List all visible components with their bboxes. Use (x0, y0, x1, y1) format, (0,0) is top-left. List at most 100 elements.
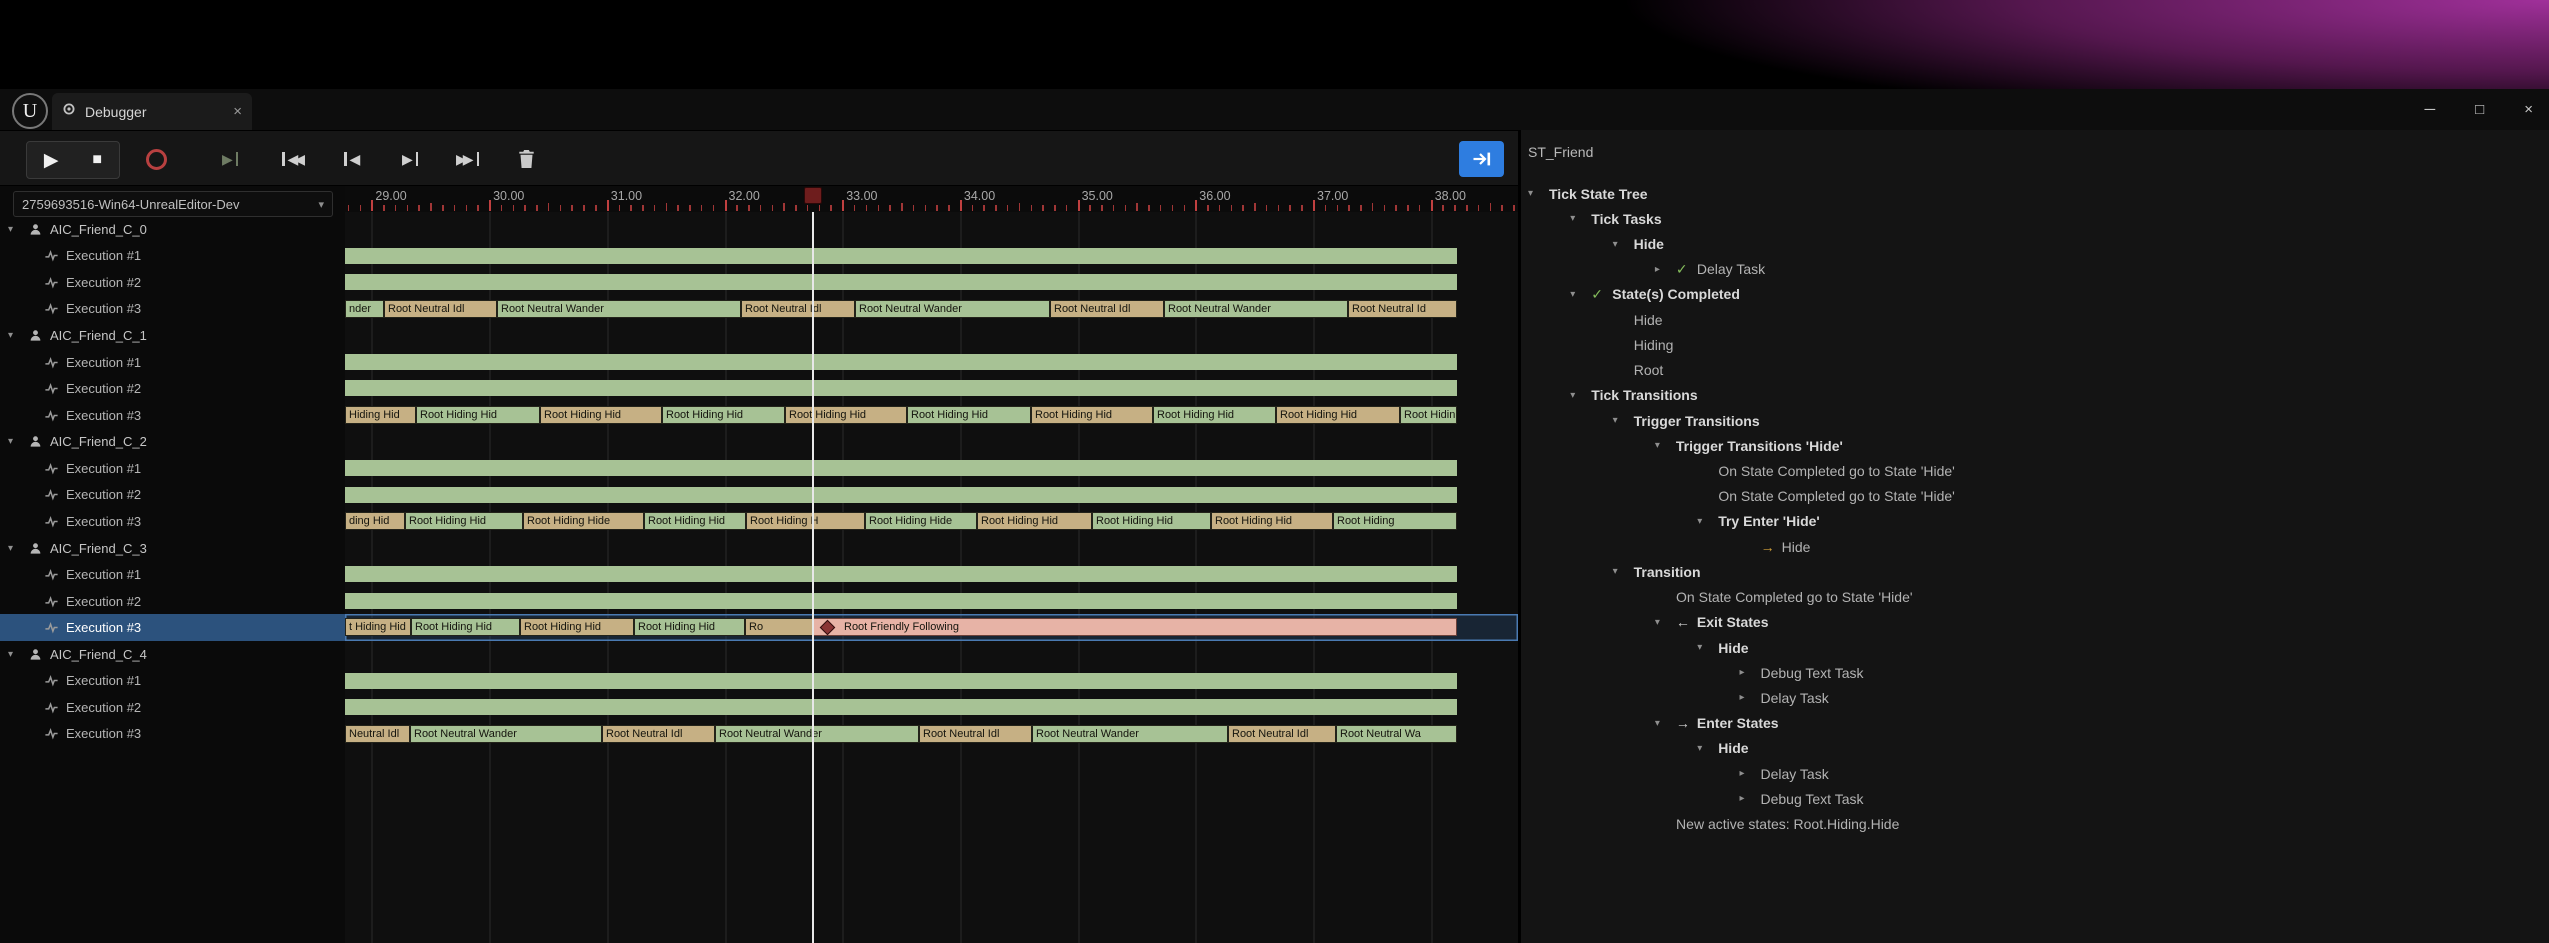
track-row[interactable]: ding HidRoot Hiding HidRoot Hiding HideR… (345, 508, 1518, 535)
maximize-button[interactable]: □ (2475, 101, 2484, 118)
sidebar-execution-row[interactable]: Execution #2 (0, 588, 345, 615)
state-tree-row[interactable]: ▾✓State(s) Completed (1521, 282, 2549, 307)
track-segment[interactable]: Hiding Hid (345, 406, 416, 424)
tab-close-icon[interactable]: × (233, 103, 242, 120)
sidebar-execution-row[interactable]: Execution #3 (0, 721, 345, 748)
expander-icon[interactable]: ▾ (1697, 743, 1718, 754)
track-bar[interactable] (345, 673, 1457, 689)
playhead-marker[interactable] (804, 187, 822, 204)
track-bar[interactable] (345, 380, 1457, 396)
sidebar-instance-row[interactable]: ▾AIC_Friend_C_2 (0, 429, 345, 456)
track-bar[interactable] (345, 460, 1457, 476)
track-row[interactable]: t Hiding HidRoot Hiding HidRoot Hiding H… (345, 614, 1518, 641)
state-tree-row[interactable]: ▾Tick State Tree (1521, 181, 2549, 206)
expander-icon[interactable]: ▾ (8, 330, 28, 341)
expander-icon[interactable]: ▾ (1613, 239, 1634, 250)
state-tree-row[interactable]: ▾Trigger Transitions 'Hide' (1521, 433, 2549, 458)
state-tree-row[interactable]: ▾←Exit States (1521, 610, 2549, 635)
track-segment[interactable]: Root Hiding Hide (523, 512, 644, 530)
track-bar[interactable] (345, 487, 1457, 503)
state-tree-row[interactable]: ▸Debug Text Task (1521, 660, 2549, 685)
expander-icon[interactable]: ▾ (1570, 289, 1591, 300)
track-segment[interactable]: Root Neutral Idl (384, 300, 497, 318)
track-segment[interactable]: ding Hid (345, 512, 405, 530)
sidebar-instance-row[interactable]: ▾AIC_Friend_C_3 (0, 535, 345, 562)
clear-button[interactable] (518, 141, 535, 177)
expander-icon[interactable]: ▸ (1655, 264, 1676, 275)
track-segment[interactable]: Root Hiding Hid (1276, 406, 1400, 424)
sidebar-instance-row[interactable]: ▾AIC_Friend_C_0 (0, 216, 345, 243)
track-segment[interactable]: Root Hiding Hid (662, 406, 785, 424)
track-segment[interactable]: Root Hiding Hid (1153, 406, 1276, 424)
state-tree-row[interactable]: ▾Tick Tasks (1521, 206, 2549, 231)
track-row[interactable] (345, 349, 1518, 376)
track-segment[interactable]: Root Hiding Hid (634, 618, 745, 636)
track-row[interactable] (345, 561, 1518, 588)
expander-icon[interactable]: ▾ (1613, 566, 1634, 577)
expander-icon[interactable]: ▸ (1740, 793, 1761, 804)
expander-icon[interactable]: ▾ (8, 649, 28, 660)
track-segment[interactable]: Root Hiding Hid (644, 512, 746, 530)
track-row[interactable] (345, 322, 1518, 349)
track-row[interactable]: Hiding HidRoot Hiding HidRoot Hiding Hid… (345, 402, 1518, 429)
sidebar-execution-row[interactable]: Execution #2 (0, 694, 345, 721)
state-tree-row[interactable]: ▸Debug Text Task (1521, 786, 2549, 811)
expander-icon[interactable]: ▾ (1570, 390, 1591, 401)
track-row[interactable] (345, 429, 1518, 456)
step-forward-far-button[interactable]: ▶▶ (456, 141, 479, 177)
track-row[interactable] (345, 668, 1518, 695)
sidebar-execution-row[interactable]: Execution #2 (0, 269, 345, 296)
track-segment[interactable]: Root Neutral Idl (741, 300, 855, 318)
track-segment[interactable]: Root Hiding Hid (1031, 406, 1153, 424)
expander-icon[interactable]: ▾ (8, 543, 28, 554)
track-segment[interactable]: Root Neutral Wa (1336, 725, 1457, 743)
record-button[interactable] (146, 141, 167, 177)
track-segment[interactable]: Root Hiding Hid (977, 512, 1092, 530)
expander-icon[interactable]: ▾ (8, 436, 28, 447)
track-segment[interactable]: Root Hiding Hid (785, 406, 907, 424)
expander-icon[interactable]: ▸ (1740, 667, 1761, 678)
state-tree-row[interactable]: Hide (1521, 307, 2549, 332)
track-bar[interactable] (345, 593, 1457, 609)
track-segment[interactable]: Root Neutral Idl (1228, 725, 1336, 743)
sidebar-execution-row[interactable]: Execution #1 (0, 243, 345, 270)
timeline-ruler[interactable]: 29.0030.0031.0032.0033.0034.0035.0036.00… (345, 186, 1518, 212)
track-segment[interactable]: Root Hiding Hid (1211, 512, 1333, 530)
state-tree-row[interactable]: Root (1521, 358, 2549, 383)
sidebar-execution-row[interactable]: Execution #1 (0, 668, 345, 695)
expander-icon[interactable]: ▾ (1613, 415, 1634, 426)
track-segment[interactable]: Ro (745, 618, 813, 636)
state-tree-row[interactable]: ▾Try Enter 'Hide' (1521, 509, 2549, 534)
track-segment[interactable]: Root Hiding Hid (416, 406, 540, 424)
sidebar-execution-row[interactable]: Execution #1 (0, 455, 345, 482)
track-row[interactable]: Neutral IdlRoot Neutral Wander Root Neutr… (345, 721, 1518, 748)
track-row[interactable] (345, 482, 1518, 509)
resume-button[interactable]: ▶ (222, 141, 238, 177)
track-row[interactable] (345, 694, 1518, 721)
state-tree-row[interactable]: ▾Hide (1521, 736, 2549, 761)
state-tree-row[interactable]: ▾Hide (1521, 231, 2549, 256)
track-row[interactable] (345, 269, 1518, 296)
track-segment[interactable]: Root Hiding Hid (907, 406, 1031, 424)
playhead-line[interactable] (812, 212, 814, 943)
track-bar[interactable] (345, 699, 1457, 715)
track-segment[interactable]: Root Friendly Following (813, 618, 1457, 636)
state-tree-row[interactable]: ▾Tick Transitions (1521, 383, 2549, 408)
sidebar-execution-row[interactable]: Execution #3 (0, 296, 345, 323)
track-segment[interactable]: Neutral Idl (345, 725, 410, 743)
sidebar-execution-row[interactable]: Execution #2 (0, 375, 345, 402)
expander-icon[interactable]: ▾ (1655, 617, 1676, 628)
track-segment[interactable]: Root Neutral Idl (919, 725, 1032, 743)
state-tree-row[interactable]: ▾→Enter States (1521, 711, 2549, 736)
stop-button[interactable]: ■ (92, 143, 102, 177)
expander-icon[interactable]: ▾ (1697, 642, 1718, 653)
state-tree-row[interactable]: New active states: Root.Hiding.Hide (1521, 811, 2549, 836)
track-segment[interactable]: Root Hiding Hid (1092, 512, 1211, 530)
track-segment[interactable]: Root Hidin (1400, 406, 1457, 424)
state-tree-row[interactable]: On State Completed go to State 'Hide' (1521, 484, 2549, 509)
state-tree-row[interactable]: On State Completed go to State 'Hide' (1521, 585, 2549, 610)
track-row[interactable] (345, 455, 1518, 482)
track-segment[interactable]: Root Neutral Wander (410, 725, 602, 743)
state-tree-row[interactable]: Hiding (1521, 332, 2549, 357)
step-forward-button[interactable]: ▶ (402, 141, 418, 177)
